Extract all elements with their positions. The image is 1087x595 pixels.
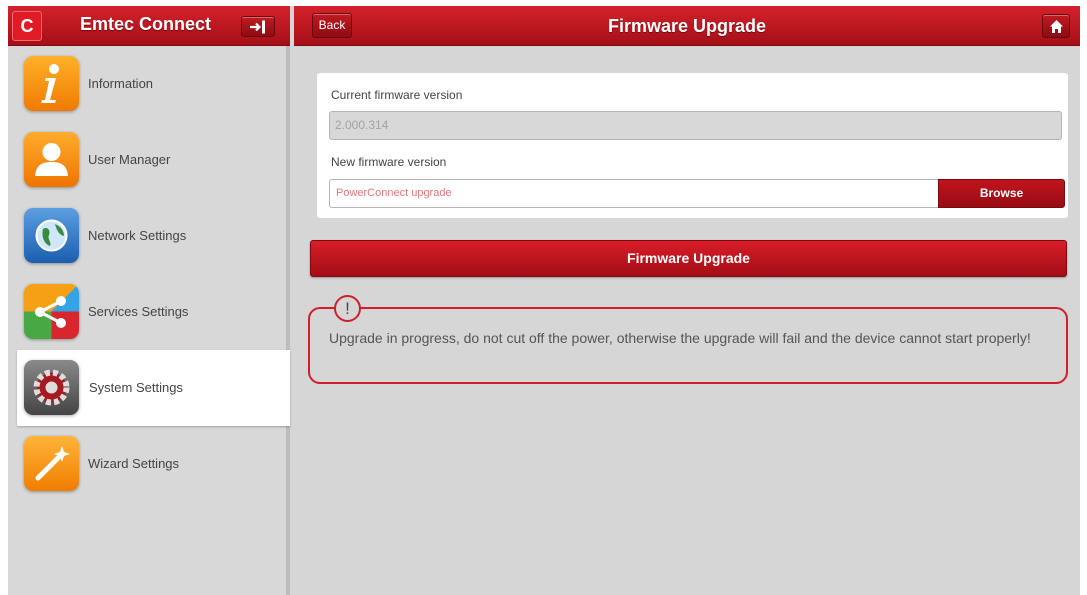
wizard-icon: [24, 436, 79, 491]
sidebar-item-information[interactable]: Information: [8, 46, 290, 122]
sidebar-item-label: Information: [88, 76, 154, 91]
sidebar: C Emtec Connect Information User Manager…: [8, 6, 290, 595]
logout-button[interactable]: [241, 16, 275, 37]
main-panel: Back Firmware Upgrade Current firmware v…: [294, 6, 1080, 595]
page-title: Firmware Upgrade: [607, 16, 767, 36]
user-icon: [24, 132, 79, 187]
sidebar-item-label: System Settings: [89, 380, 183, 395]
warning-text: Upgrade in progress, do not cut off the …: [329, 330, 1031, 346]
home-icon: [1050, 20, 1063, 33]
share-icon: [24, 284, 79, 339]
firmware-upgrade-button[interactable]: Firmware Upgrade: [310, 240, 1067, 277]
globe-icon: [24, 208, 79, 263]
sidebar-item-label: Services Settings: [88, 304, 189, 319]
information-icon: [24, 56, 79, 111]
brand-logo: C: [12, 11, 42, 41]
sidebar-item-label: Network Settings: [88, 228, 187, 243]
sidebar-item-network-settings[interactable]: Network Settings: [8, 198, 290, 274]
brand-title: Emtec Connect: [80, 14, 212, 34]
new-firmware-label: New firmware version: [331, 155, 447, 169]
sidebar-item-services-settings[interactable]: Services Settings: [8, 274, 290, 350]
app-window: C Emtec Connect Information User Manager…: [8, 6, 1080, 595]
warning-box: ! Upgrade in progress, do not cut off th…: [308, 295, 1068, 384]
sidebar-item-system-settings[interactable]: System Settings: [17, 350, 290, 426]
logout-icon: [250, 20, 265, 34]
current-firmware-label: Current firmware version: [331, 88, 463, 102]
sidebar-item-label: User Manager: [88, 152, 171, 167]
sidebar-item-label: Wizard Settings: [88, 456, 180, 471]
firmware-panel: Current firmware version 2.000.314 New f…: [317, 73, 1068, 218]
home-button[interactable]: [1042, 14, 1070, 38]
warning-icon: !: [334, 295, 361, 322]
new-firmware-file-field[interactable]: PowerConnect upgrade: [329, 179, 941, 208]
sidebar-header: C Emtec Connect: [8, 6, 290, 46]
browse-button[interactable]: Browse: [938, 179, 1065, 208]
sidebar-nav: Information User Manager Network Setting…: [8, 46, 290, 502]
sidebar-item-wizard-settings[interactable]: Wizard Settings: [8, 426, 290, 502]
main-header: Back Firmware Upgrade: [294, 6, 1080, 46]
gear-icon: [24, 360, 79, 415]
current-firmware-field: 2.000.314: [329, 111, 1062, 140]
sidebar-item-user-manager[interactable]: User Manager: [8, 122, 290, 198]
